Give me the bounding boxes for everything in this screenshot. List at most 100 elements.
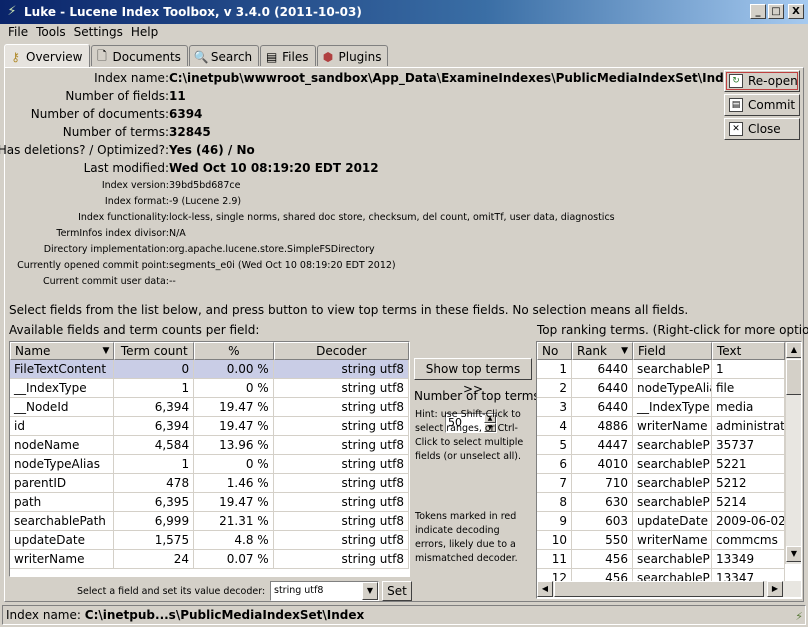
field-count-cell: 0 — [114, 360, 195, 379]
maximize-button[interactable]: □ — [768, 4, 784, 19]
field-name-cell: nodeName — [10, 436, 115, 455]
field-row[interactable]: parentID 478 1.46 % string utf8 — [10, 474, 409, 493]
terms-table: No Rank ▼ Field Text 1 6440 searchableP: 1 2… — [536, 341, 802, 599]
field-decoder-cell: string utf8 — [273, 512, 409, 531]
tab-plugins[interactable]: ⬢ Plugins — [316, 45, 389, 66]
decoder-select[interactable]: string utf8 ▼ — [270, 581, 379, 601]
term-row[interactable]: 11 456 searchableP: 13349 — [537, 550, 785, 569]
field-row[interactable]: FileTextContent 0 0.00 % string utf8 — [10, 360, 409, 379]
term-row[interactable]: 7 710 searchableP: 5212 — [537, 474, 785, 493]
term-no-cell: 10 — [537, 531, 572, 550]
field-decoder-cell: string utf8 — [273, 474, 409, 493]
hscroll-thumb[interactable] — [554, 581, 764, 597]
term-text-cell: administrat — [712, 417, 785, 436]
field-decoder-cell: string utf8 — [273, 360, 409, 379]
set-decoder-button[interactable]: Set — [382, 581, 412, 601]
field-row[interactable]: nodeName 4,584 13.96 % string utf8 — [10, 436, 409, 455]
info-value: -9 (Lucene 2.9) — [169, 196, 242, 207]
term-no-cell: 1 — [537, 360, 572, 379]
term-row[interactable]: 8 630 searchableP: 5214 — [537, 493, 785, 512]
window-title: Luke - Lucene Index Toolbox, v 3.4.0 (20… — [24, 5, 362, 19]
term-row[interactable]: 2 6440 nodeTypeAlia file — [537, 379, 785, 398]
menu-help[interactable]: Help — [127, 24, 162, 42]
close-index-button[interactable]: ✕ Close — [724, 118, 800, 140]
term-row[interactable]: 3 6440 __IndexType media — [537, 398, 785, 417]
menu-file[interactable]: File — [4, 24, 32, 42]
term-field-cell: searchableP: — [633, 360, 712, 379]
overview-panel: Index name: C:\inetpub\wwwroot_sandbox\A… — [0, 67, 808, 602]
close-window-button[interactable]: X — [788, 4, 804, 19]
show-top-terms-button[interactable]: Show top terms >> — [414, 358, 532, 396]
tab-files[interactable]: ▤ Files — [260, 45, 316, 66]
close-label: Close — [748, 122, 781, 136]
term-row[interactable]: 5 4447 searchableP: 35737 — [537, 436, 785, 455]
tab-plugins-label: Plugins — [338, 50, 382, 64]
tab-bar: ⚷ Overview 🗋 Documents 🔍 Search ▤ Files … — [4, 44, 389, 67]
field-row[interactable]: __IndexType 1 0 % string utf8 — [10, 379, 409, 398]
term-row[interactable]: 1 6440 searchableP: 1 — [537, 360, 785, 379]
info-value: Wed Oct 10 08:19:20 EDT 2012 — [169, 161, 379, 175]
field-pct-cell: 13.96 % — [194, 436, 274, 455]
terms-vertical-scrollbar[interactable]: ▲ ▼ — [785, 342, 801, 564]
term-row[interactable]: 6 4010 searchableP: 5221 — [537, 455, 785, 474]
commit-button[interactable]: ▤ Commit — [724, 94, 800, 116]
scroll-down-icon[interactable]: ▼ — [786, 546, 801, 562]
field-decoder-cell: string utf8 — [273, 379, 409, 398]
fields-table-header: Name ▼ Term count % Decoder — [10, 342, 409, 360]
terms-horizontal-scrollbar[interactable]: ◀ ▶ — [537, 581, 801, 597]
resize-grip-icon[interactable]: ⚡ — [795, 608, 803, 626]
field-count-cell: 6,395 — [114, 493, 195, 512]
title-bar[interactable]: ⚡ Luke - Lucene Index Toolbox, v 3.4.0 (… — [0, 0, 808, 24]
col-text-header[interactable]: Text — [712, 342, 785, 360]
field-row[interactable]: nodeTypeAlias 1 0 % string utf8 — [10, 455, 409, 474]
col-no-label: No — [542, 344, 559, 358]
term-row[interactable]: 9 603 updateDate 2009-06-02 — [537, 512, 785, 531]
info-label: Index format: — [104, 196, 169, 207]
field-row[interactable]: searchablePath 6,999 21.31 % string utf8 — [10, 512, 409, 531]
col-pct-header[interactable]: % — [194, 342, 274, 360]
scroll-right-icon[interactable]: ▶ — [767, 581, 783, 597]
field-row[interactable]: path 6,395 19.47 % string utf8 — [10, 493, 409, 512]
field-row[interactable]: updateDate 1,575 4.8 % string utf8 — [10, 531, 409, 550]
scroll-left-icon[interactable]: ◀ — [537, 581, 553, 597]
field-row[interactable]: writerName 24 0.07 % string utf8 — [10, 550, 409, 569]
menu-bar: File Tools Settings Help — [0, 24, 808, 42]
info-value: 11 — [169, 89, 186, 103]
term-row[interactable]: 10 550 writerName commcms — [537, 531, 785, 550]
field-row[interactable]: id 6,394 19.47 % string utf8 — [10, 417, 409, 436]
files-icon: ▤ — [265, 50, 278, 64]
minimize-button[interactable]: _ — [750, 4, 766, 19]
info-label: Directory implementation: — [43, 244, 169, 255]
field-pct-cell: 0.00 % — [194, 360, 274, 379]
term-text-cell: media — [712, 398, 785, 417]
chevron-down-icon[interactable]: ▼ — [362, 582, 378, 600]
instruction-text: Select fields from the list below, and p… — [9, 303, 689, 317]
commit-label: Commit — [748, 98, 796, 112]
menu-settings[interactable]: Settings — [70, 24, 127, 42]
col-decoder-header[interactable]: Decoder — [273, 342, 409, 360]
col-field-header[interactable]: Field — [633, 342, 712, 360]
col-count-header[interactable]: Term count — [114, 342, 195, 360]
fields-panel-title: Available fields and term counts per fie… — [9, 323, 260, 337]
field-row[interactable]: __NodeId 6,394 19.47 % string utf8 — [10, 398, 409, 417]
scroll-thumb[interactable] — [786, 359, 801, 395]
field-name-cell: path — [10, 493, 115, 512]
info-label: Last modified: — [83, 161, 169, 175]
document-icon: 🗋 — [97, 48, 107, 63]
col-name-header[interactable]: Name ▼ — [10, 342, 115, 360]
field-pct-cell: 19.47 % — [194, 398, 274, 417]
term-text-cell: 35737 — [712, 436, 785, 455]
scroll-up-icon[interactable]: ▲ — [786, 342, 801, 358]
menu-tools[interactable]: Tools — [32, 24, 70, 42]
tab-documents[interactable]: 🗋 Documents — [90, 45, 188, 66]
term-field-cell: searchableP: — [633, 474, 712, 493]
reopen-button[interactable]: ↻ Re-open — [724, 70, 800, 92]
field-decoder-cell: string utf8 — [273, 417, 409, 436]
col-no-header[interactable]: No — [537, 342, 572, 360]
tab-overview[interactable]: ⚷ Overview — [4, 44, 90, 67]
term-no-cell: 11 — [537, 550, 572, 569]
col-rank-header[interactable]: Rank ▼ — [572, 342, 633, 360]
term-row[interactable]: 4 4886 writerName administrat — [537, 417, 785, 436]
info-label: Number of fields: — [65, 89, 169, 103]
tab-search[interactable]: 🔍 Search — [188, 45, 260, 66]
